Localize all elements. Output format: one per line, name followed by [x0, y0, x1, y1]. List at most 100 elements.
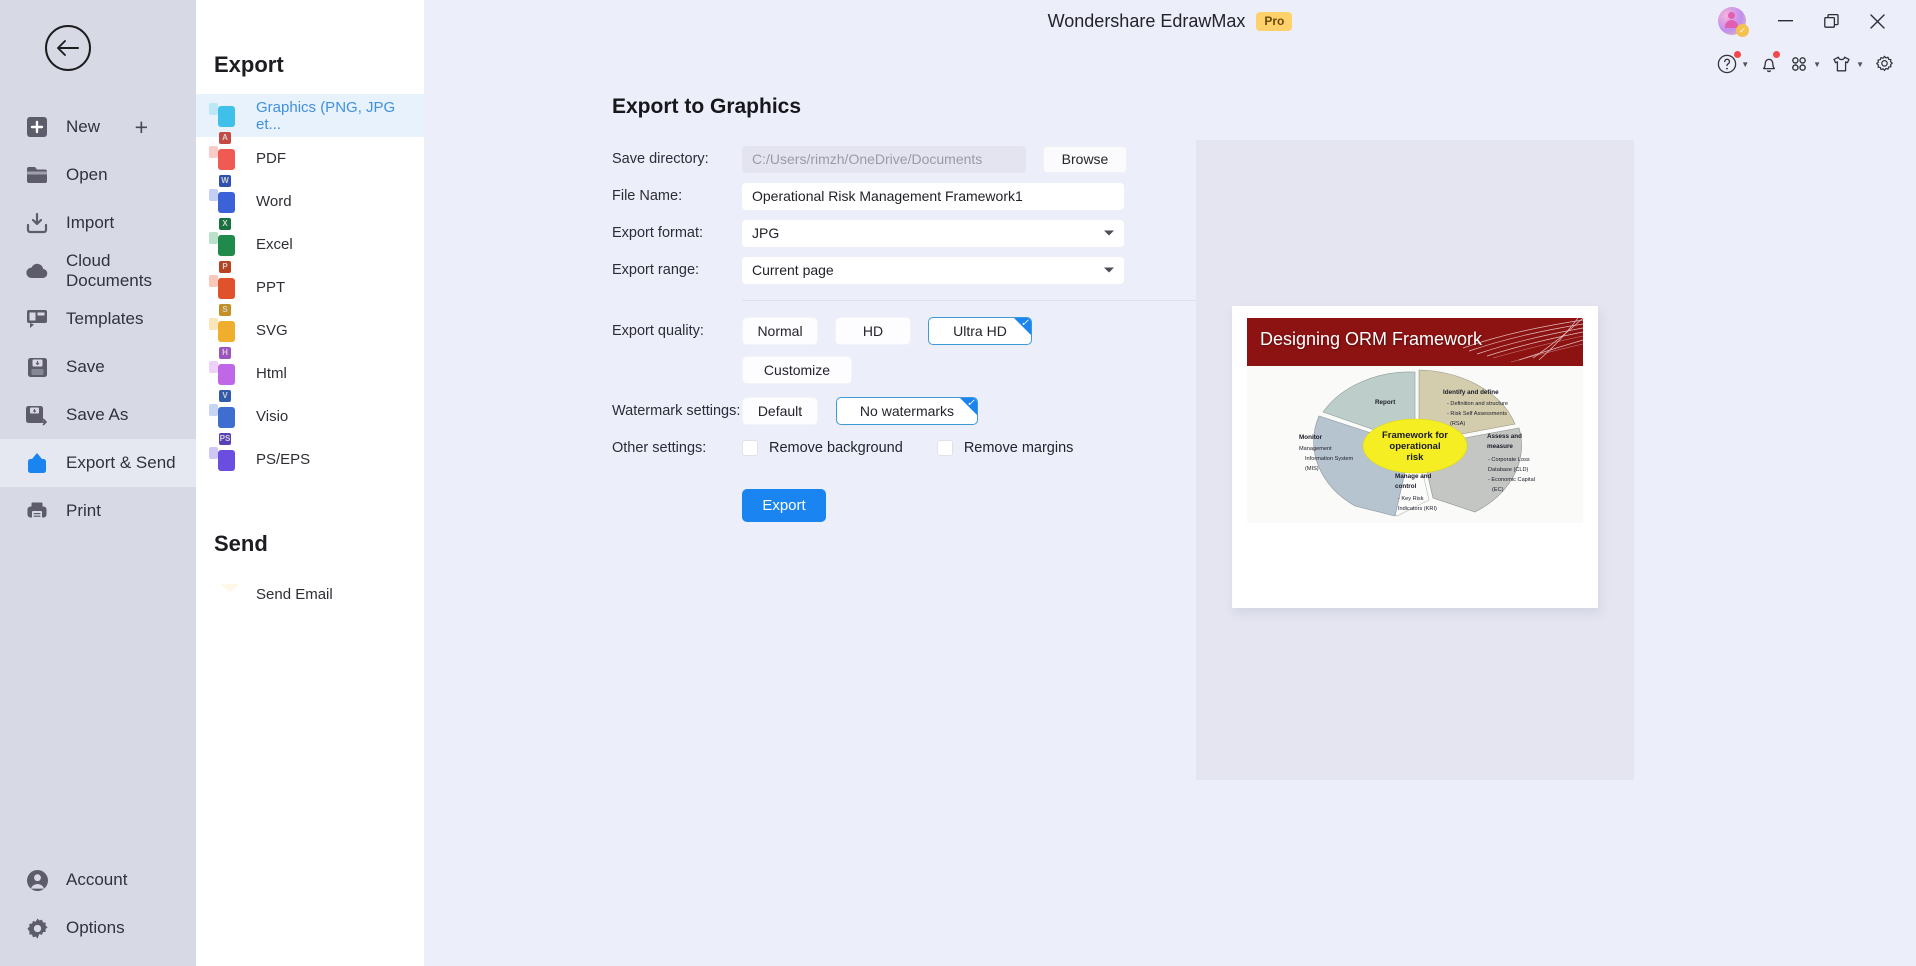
segment-monitor-heading: Monitor [1299, 434, 1323, 441]
format-item-visio[interactable]: V Visio [196, 389, 424, 438]
avatar[interactable]: ✓ [1718, 7, 1749, 37]
export-quality-label: Export quality: [612, 323, 704, 339]
sidebar-item-label: Cloud Documents [66, 251, 152, 290]
quality-ultra-hd-button[interactable]: Ultra HD ✓ [928, 317, 1032, 345]
format-item-excel[interactable]: X Excel [196, 217, 424, 266]
word-icon: W [209, 174, 242, 215]
pdf-icon: A [209, 131, 242, 172]
remove-margins-checkbox[interactable] [936, 440, 953, 456]
close-button[interactable] [1854, 0, 1900, 42]
sidebar-item-cloud-documents[interactable]: Cloud Documents [0, 247, 196, 295]
title-bar: Wondershare EdrawMax Pro [424, 0, 1916, 42]
segment-monitor-b2: (MIS) [1305, 466, 1319, 472]
sidebar-item-label: Templates [66, 309, 144, 328]
save-icon [24, 354, 50, 380]
slide-title: Designing ORM Framework [1260, 329, 1483, 349]
format-item-label: SVG [256, 322, 288, 339]
export-button[interactable]: Export [742, 489, 826, 522]
format-item-pdf[interactable]: A PDF [196, 131, 424, 180]
export-range-select[interactable]: Current page [742, 256, 1124, 284]
sidebar-item-export-and-send[interactable]: Export & Send [0, 439, 196, 487]
export-range-value: Current page [752, 262, 834, 278]
chevron-down-icon[interactable]: ▼ [1813, 60, 1821, 69]
help-icon[interactable]: ▼ [1714, 50, 1752, 78]
remove-background-label: Remove background [769, 440, 903, 456]
ps-eps-icon: PS [209, 432, 242, 473]
sidebar-item-print[interactable]: Print [0, 487, 196, 535]
browse-button[interactable]: Browse [1043, 145, 1127, 173]
save-as-icon [24, 402, 50, 428]
bell-icon[interactable] [1756, 50, 1782, 78]
watermark-label: Watermark settings: [612, 403, 741, 419]
segment-assess-b0: - Corporate Loss [1488, 457, 1530, 463]
format-item-html[interactable]: H Html [196, 346, 424, 395]
html-icon: H [209, 346, 242, 387]
file-name-input[interactable]: Operational Risk Management Framework1 [742, 182, 1124, 210]
segment-monitor-b0: Management [1299, 446, 1332, 452]
format-item-word[interactable]: W Word [196, 174, 424, 223]
send-email-item[interactable]: Send Email [196, 573, 424, 616]
grid-icon[interactable]: ▼ [1786, 50, 1824, 78]
watermark-none-button[interactable]: No watermarks ✓ [836, 397, 978, 425]
format-item-graphics[interactable]: Graphics (PNG, JPG et... [196, 94, 424, 137]
quality-hd-button[interactable]: HD [835, 317, 911, 345]
export-format-select[interactable]: JPG [742, 219, 1124, 247]
format-item-ppt[interactable]: P PPT [196, 260, 424, 309]
sidebar-item-open[interactable]: Open [0, 151, 196, 199]
new-plus-icon[interactable]: + [135, 115, 148, 139]
export-panel-heading: Export [214, 52, 284, 77]
sidebar-item-account[interactable]: Account [0, 856, 196, 904]
left-nav: New + Open Import Cloud Documents Templa… [0, 0, 196, 966]
remove-margins-row: Remove margins [936, 440, 1073, 456]
save-directory-input[interactable]: C:/Users/rimzh/OneDrive/Documents [742, 145, 1026, 173]
check-icon: ✓ [1020, 318, 1029, 329]
watermark-none-label: No watermarks [859, 403, 955, 419]
back-arrow-icon[interactable] [45, 25, 91, 71]
gear-icon[interactable] [1871, 50, 1898, 79]
segment-manage-b0: - Key Risk [1398, 496, 1424, 502]
chevron-down-icon[interactable]: ▼ [1741, 60, 1749, 69]
graphics-icon [209, 102, 242, 129]
format-item-label: Visio [256, 408, 289, 425]
sidebar-item-save-as[interactable]: Save As [0, 391, 196, 439]
format-item-label: Html [256, 365, 287, 382]
shirt-icon[interactable]: ▼ [1828, 50, 1867, 78]
pro-badge: Pro [1256, 11, 1293, 31]
quality-normal-button[interactable]: Normal [742, 317, 818, 345]
preview-card[interactable]: Designing ORM Framework Framework for op… [1232, 306, 1598, 608]
sidebar-item-label: Export & Send [66, 453, 176, 472]
segment-identify-heading: Identify and define [1443, 389, 1499, 396]
restore-button[interactable] [1808, 0, 1854, 42]
segment-identify-b1: - Risk Self Assessments [1447, 411, 1507, 417]
segment-report-heading: Report [1375, 399, 1396, 406]
customize-button[interactable]: Customize [742, 356, 852, 384]
help-badge-dot [1734, 51, 1742, 58]
sidebar-item-new[interactable]: New + [0, 103, 196, 151]
window-controls: ✓ [1718, 0, 1916, 42]
edrawmax-window: New + Open Import Cloud Documents Templa… [0, 0, 1916, 966]
segment-identify-b2: (RSA) [1450, 421, 1465, 427]
format-item-ps-eps[interactable]: PS PS/EPS [196, 432, 424, 481]
sidebar-item-import[interactable]: Import [0, 199, 196, 247]
sidebar-item-label: Account [66, 870, 128, 889]
sidebar-item-save[interactable]: Save [0, 343, 196, 391]
format-item-svg[interactable]: S SVG [196, 303, 424, 352]
watermark-default-button[interactable]: Default [742, 397, 818, 425]
segment-manage-heading: Manage and [1395, 473, 1432, 480]
sidebar-item-label: Save As [66, 405, 129, 424]
chevron-down-icon[interactable]: ▼ [1856, 60, 1864, 69]
export-send-icon [24, 450, 50, 476]
segment-identify-b0: - Definition and structure [1447, 401, 1508, 407]
sidebar-item-templates[interactable]: Templates [0, 295, 196, 343]
segment-assess-heading: Assess and [1487, 433, 1522, 440]
minimize-button[interactable] [1762, 0, 1808, 42]
templates-icon [24, 306, 50, 332]
new-icon [24, 114, 50, 140]
sidebar-item-options[interactable]: Options [0, 904, 196, 952]
export-range-label: Export range: [612, 262, 700, 278]
save-directory-label: Save directory: [612, 151, 709, 167]
format-list: Graphics (PNG, JPG et... A PDF W Word X Excel P… [196, 94, 424, 481]
remove-background-checkbox[interactable] [742, 440, 758, 456]
preview-panel: Designing ORM Framework Framework for op… [1196, 140, 1634, 780]
sidebar-item-label: Open [66, 165, 108, 184]
